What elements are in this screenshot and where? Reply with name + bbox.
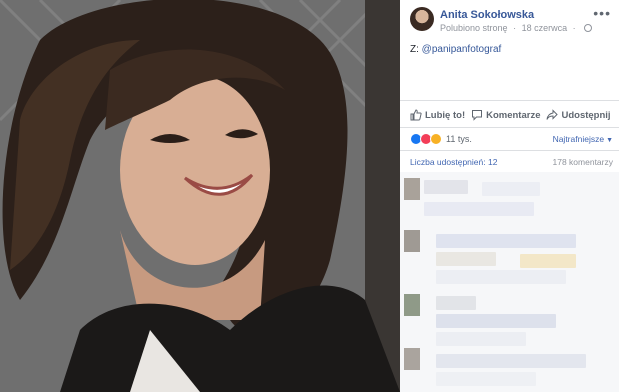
globe-icon bbox=[584, 24, 593, 32]
post-caption: Z: @panipanfotograf bbox=[410, 44, 501, 55]
post-meta: Polubiono stronę · 18 czerwca · bbox=[440, 23, 593, 33]
share-button[interactable]: Udostępnij bbox=[546, 109, 611, 121]
chevron-down-icon: ▼ bbox=[606, 137, 613, 144]
comment-avatar bbox=[404, 178, 420, 200]
wow-reaction-icon bbox=[430, 133, 442, 145]
reactions-count: 11 tys. bbox=[446, 134, 472, 144]
comment-avatar bbox=[404, 230, 420, 252]
post-photo[interactable] bbox=[0, 0, 400, 392]
comments-count[interactable]: 178 komentarzy bbox=[553, 157, 613, 167]
comment-item bbox=[404, 178, 420, 200]
comment-blur bbox=[436, 270, 566, 284]
comment-blur bbox=[482, 182, 540, 196]
comment-blur bbox=[436, 314, 556, 328]
comment-blur bbox=[520, 254, 576, 268]
comment-icon bbox=[472, 110, 483, 121]
meta-separator: · bbox=[513, 23, 517, 33]
comment-avatar bbox=[404, 294, 420, 316]
author-name[interactable]: Anita Sokołowska bbox=[440, 9, 534, 21]
divider bbox=[400, 127, 619, 128]
post-date[interactable]: 18 czerwca bbox=[522, 23, 568, 33]
photo-image bbox=[0, 0, 400, 392]
liked-page-label: Polubiono stronę bbox=[440, 23, 508, 33]
comment-blur bbox=[424, 180, 468, 194]
more-icon[interactable]: ••• bbox=[593, 6, 611, 20]
comment-item bbox=[404, 348, 420, 370]
comment-blur bbox=[436, 354, 586, 368]
shares-count[interactable]: Liczba udostępnień: 12 bbox=[410, 157, 497, 167]
post-header: Anita Sokołowska Polubiono stronę · 18 c… bbox=[400, 0, 619, 40]
divider bbox=[400, 100, 619, 101]
share-label: Udostępnij bbox=[561, 109, 611, 121]
post-side-panel: Anita Sokołowska Polubiono stronę · 18 c… bbox=[400, 0, 619, 392]
comment-blur bbox=[436, 296, 476, 310]
sort-label: Najtrafniejsze bbox=[552, 134, 605, 144]
share-icon bbox=[546, 109, 559, 120]
reactions-summary[interactable]: 11 tys. bbox=[410, 132, 472, 146]
comment-button[interactable]: Komentarze bbox=[471, 109, 540, 121]
comment-item bbox=[404, 230, 420, 252]
sort-dropdown[interactable]: Najtrafniejsze ▼ bbox=[553, 134, 613, 144]
avatar[interactable] bbox=[410, 7, 434, 31]
meta-separator-2: · bbox=[572, 23, 576, 33]
like-button[interactable]: Lubię to! bbox=[410, 109, 465, 121]
like-label: Lubię to! bbox=[425, 109, 466, 121]
comment-avatar bbox=[404, 348, 420, 370]
blurred-comments bbox=[400, 172, 619, 392]
comment-blur bbox=[424, 202, 534, 216]
divider bbox=[400, 150, 619, 151]
caption-handle-link[interactable]: @panipanfotograf bbox=[422, 44, 502, 55]
post-actions: Lubię to! Komentarze Udostępnij bbox=[410, 104, 611, 126]
comment-blur bbox=[436, 252, 496, 266]
comment-blur bbox=[436, 372, 536, 386]
comment-item bbox=[404, 294, 420, 316]
comment-blur bbox=[436, 234, 576, 248]
comment-blur bbox=[436, 332, 526, 346]
like-icon bbox=[410, 109, 422, 121]
caption-prefix: Z: bbox=[410, 44, 422, 55]
comment-label: Komentarze bbox=[486, 109, 541, 121]
